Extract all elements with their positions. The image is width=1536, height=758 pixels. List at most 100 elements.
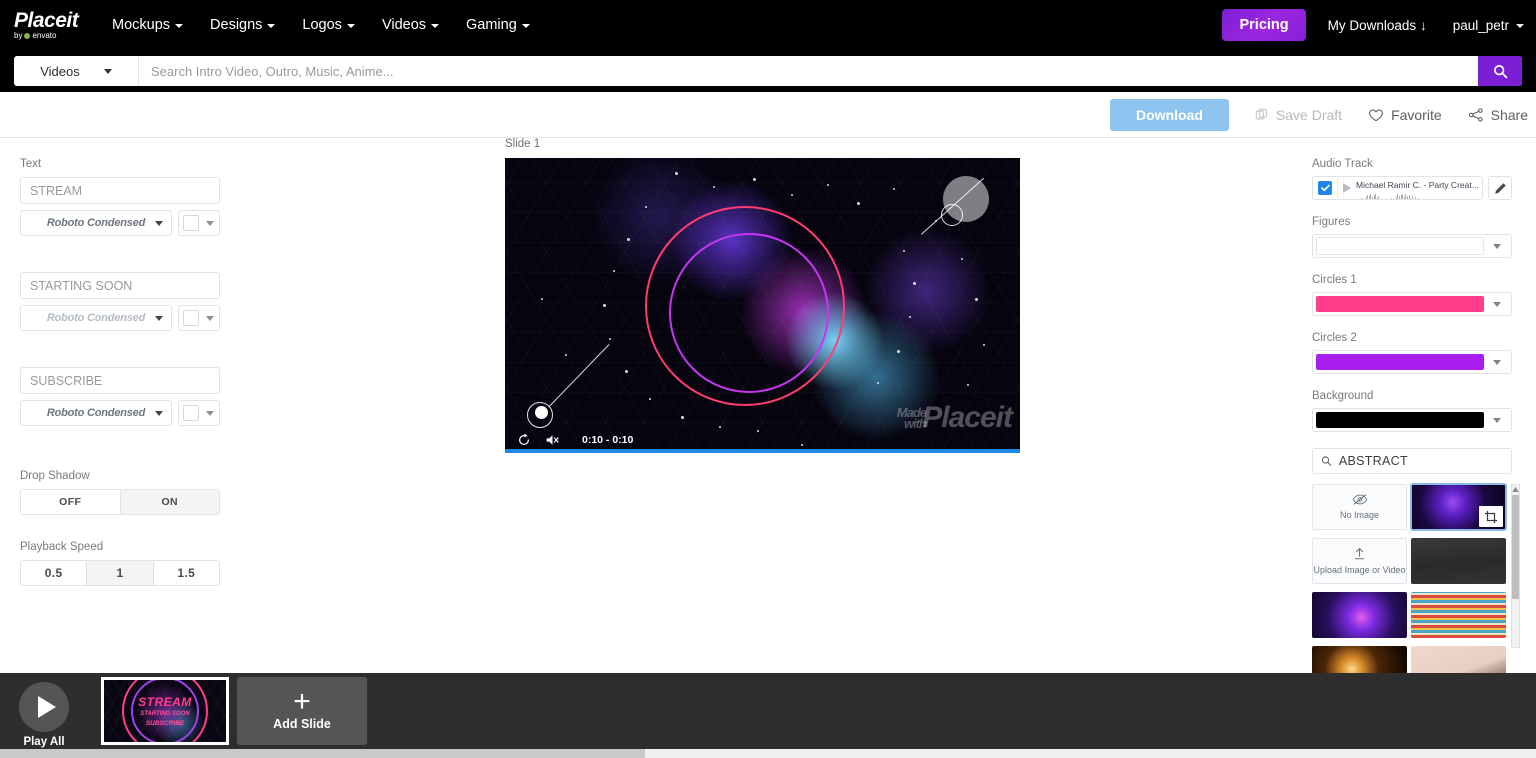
user-account-menu[interactable]: paul_petr [1453,18,1524,33]
drop-shadow-on-option[interactable]: ON [120,490,219,514]
upload-media-tile[interactable]: Upload Image or Video [1312,538,1407,584]
editor-action-toolbar: Download Save Draft Favorite Share [0,92,1536,138]
video-preview-canvas[interactable]: Placeit Made with 0:10 - 0:10 [505,158,1020,453]
library-thumbnail-selected[interactable] [1410,483,1507,531]
circles-2-ring [669,233,829,393]
drop-shadow-label: Drop Shadow [20,470,90,482]
nav-item-videos[interactable]: Videos [382,17,440,33]
audio-waveform [1356,193,1478,199]
top-navigation-bar: Placeit by envato Mockups Designs Logos V… [0,0,1536,50]
library-thumbnail[interactable] [1411,538,1506,584]
no-image-tile[interactable]: No Image [1312,484,1407,530]
search-input[interactable] [139,56,1478,86]
scroll-up-arrow-icon[interactable] [1512,485,1519,494]
circles-2-color-select[interactable] [1312,350,1512,374]
background-color-select[interactable] [1312,408,1512,432]
playback-speed-toggle: 0.5 1 1.5 [20,560,220,586]
chevron-down-icon [206,220,214,226]
image-search-input[interactable] [1338,454,1503,468]
search-bar-region: Videos [0,50,1536,92]
logo-wordmark: Placeit [14,9,79,32]
play-all-label: Play All [23,736,65,748]
play-icon [37,696,56,718]
chevron-down-icon [1493,243,1501,249]
share-icon [1468,107,1483,122]
audio-track-title: Michael Ramir C. - Party Creat... [1356,179,1479,190]
chevron-down-icon [1493,301,1501,307]
text-input-3[interactable] [20,367,220,394]
download-button[interactable]: Download [1110,98,1229,131]
search-category-label: Videos [40,63,80,79]
scrollbar-thumb[interactable] [1512,495,1519,599]
drag-handle-dot[interactable] [535,406,548,419]
text-settings-panel: Text Roboto Condensed Roboto Condensed [0,138,240,586]
audio-enabled-checkbox[interactable] [1318,181,1332,195]
circles-1-color-swatch [1316,296,1484,312]
crop-image-button[interactable] [1479,506,1503,527]
chevron-down-icon [155,315,163,321]
font-family-select-3[interactable]: Roboto Condensed [20,400,172,426]
rotate-handle-top[interactable] [941,204,963,226]
nav-item-gaming[interactable]: Gaming [466,17,530,33]
playback-speed-option-0.5[interactable]: 0.5 [21,561,88,585]
page-horizontal-scrollbar[interactable] [0,749,1536,758]
library-thumbnail[interactable] [1411,592,1506,638]
figures-select[interactable] [1312,234,1512,258]
video-progress-bar[interactable] [505,449,1020,453]
image-grid-scrollbar[interactable] [1511,484,1520,648]
search-icon [1321,456,1332,466]
color-swatch [183,405,199,421]
text-input-2[interactable] [20,272,220,299]
placeit-logo[interactable]: Placeit by envato [14,10,86,40]
search-category-select[interactable]: Videos [14,56,139,86]
slide-label: Slide 1 [505,138,541,150]
circles-2-color-swatch [1316,354,1484,370]
nav-item-logos[interactable]: Logos [302,17,355,33]
drop-shadow-off-option[interactable]: OFF [21,490,121,514]
image-search-box [1312,448,1512,474]
eye-slash-icon [1352,494,1367,505]
play-circle [19,682,69,732]
chevron-down-icon [1516,24,1524,28]
font-row-3: Roboto Condensed [20,400,220,426]
save-draft-button[interactable]: Save Draft [1255,107,1342,123]
circles-1-color-select[interactable] [1312,292,1512,316]
search-bar: Videos [14,56,1522,86]
slide-thumbnail-1[interactable]: STREAM STARTING SOON SUBSCRIBE [101,677,229,745]
add-slide-button[interactable]: + Add Slide [237,677,367,745]
envato-dot-icon [24,33,31,39]
pricing-button[interactable]: Pricing [1222,9,1306,41]
nav-item-designs[interactable]: Designs [210,17,276,33]
media-settings-panel: Audio Track Michael Ramir C. - Party Cre… [1306,138,1536,758]
plus-icon: + [293,684,311,718]
nav-item-mockups[interactable]: Mockups [112,17,184,33]
font-family-select-1[interactable]: Roboto Condensed [20,210,172,236]
mute-icon [546,435,559,445]
favorite-button[interactable]: Favorite [1368,107,1442,123]
nav-right-group: Pricing My Downloads ↓ paul_petr [1222,9,1536,41]
search-submit-button[interactable] [1478,56,1522,86]
font-family-select-2[interactable]: Roboto Condensed [20,305,172,331]
playback-speed-option-1.5[interactable]: 1.5 [153,561,219,585]
audio-play-icon[interactable] [1343,183,1351,193]
font-name-label: Roboto Condensed [46,312,146,324]
scrollbar-thumb[interactable] [0,749,645,758]
chevron-down-icon [346,24,355,28]
edit-audio-button[interactable] [1488,176,1512,200]
my-downloads-link[interactable]: My Downloads ↓ [1328,18,1427,33]
playback-speed-option-1[interactable]: 1 [87,561,154,585]
audio-track-label: Audio Track [1312,158,1373,170]
heart-icon [1369,109,1383,121]
chevron-down-icon [155,410,163,416]
text-color-select-2[interactable] [178,305,220,331]
play-all-button[interactable]: Play All [19,682,69,748]
text-color-select-1[interactable] [178,210,220,236]
background-color-swatch [1316,412,1484,428]
chevron-down-icon [521,24,530,28]
audio-track-row: Michael Ramir C. - Party Creat... [1312,176,1512,200]
share-button[interactable]: Share [1468,107,1528,123]
library-thumbnail[interactable] [1312,592,1407,638]
text-color-select-3[interactable] [178,400,220,426]
chevron-down-icon [206,315,214,321]
text-input-1[interactable] [20,177,220,204]
